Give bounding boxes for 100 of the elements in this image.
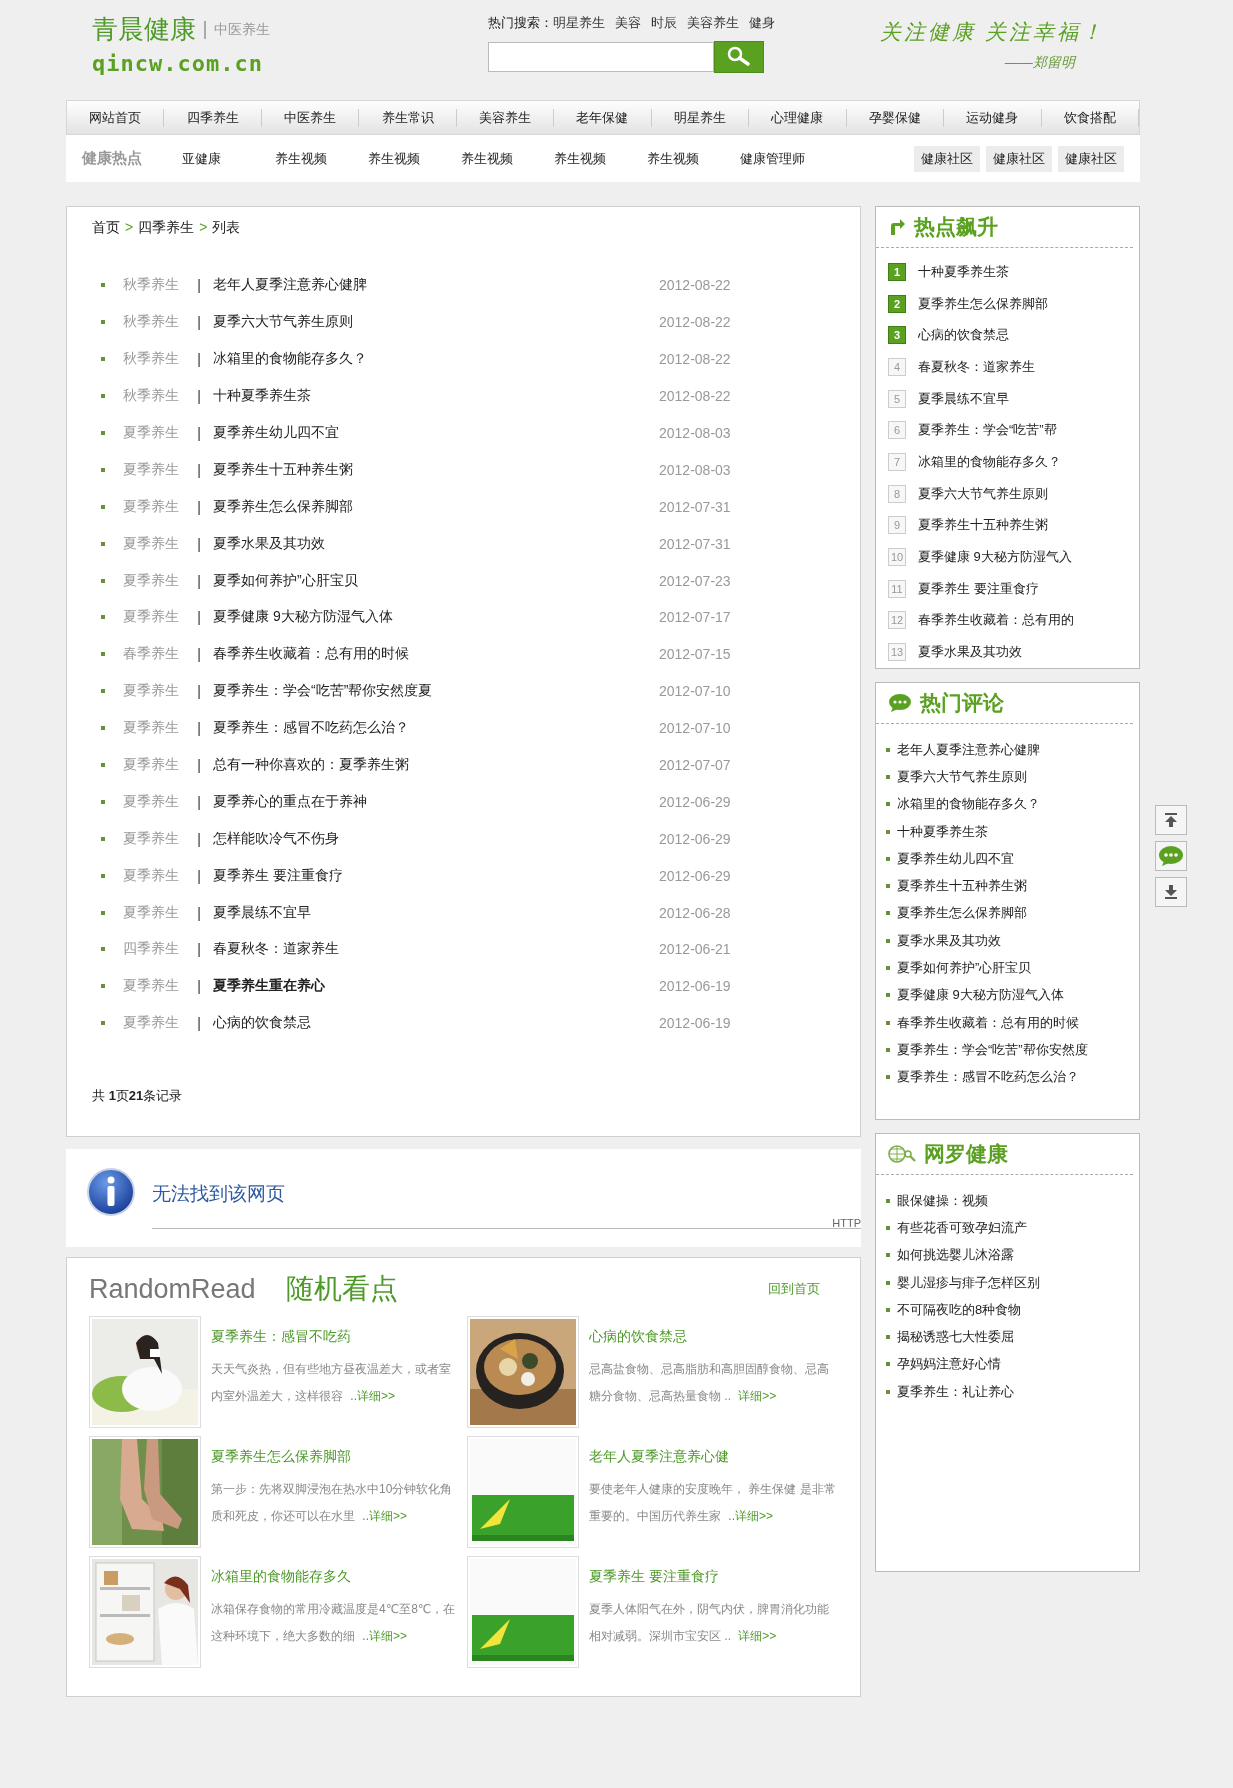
nav-link[interactable]: 美容养生 bbox=[456, 108, 555, 127]
topic-link[interactable]: 养生视频 bbox=[554, 149, 647, 168]
article-link[interactable]: 夏季养生十五种养生粥 bbox=[897, 877, 1027, 896]
article-date: 2012-07-31 bbox=[659, 498, 731, 515]
article-title[interactable]: 春季养生收藏着：总有用的时候 bbox=[213, 645, 653, 664]
article-title[interactable]: 总有一种你喜欢的：夏季养生粥 bbox=[213, 756, 653, 774]
nav-link[interactable]: 孕婴保健 bbox=[846, 108, 945, 127]
hot-search-link[interactable]: 明星养生 bbox=[553, 14, 605, 32]
article-title[interactable]: 夏季水果及其功效 bbox=[213, 534, 653, 553]
topic-link[interactable]: 养生视频 bbox=[368, 149, 461, 168]
hot-search-link[interactable]: 美容 bbox=[615, 14, 641, 32]
article-date: 2012-07-17 bbox=[659, 609, 731, 626]
article-link[interactable]: 十种夏季养生茶 bbox=[918, 262, 1009, 281]
article-link[interactable]: 夏季六大节气养生原则 bbox=[918, 484, 1048, 503]
nav-link[interactable]: 养生常识 bbox=[359, 108, 457, 127]
read-more-link[interactable]: 详细>> bbox=[738, 1629, 777, 1643]
article-link[interactable]: 夏季养生幼儿四不宜 bbox=[897, 849, 1014, 868]
topic-link[interactable]: 亚健康 bbox=[182, 149, 275, 168]
article-link[interactable]: 夏季养生：学会“吃苦”帮你安然度 bbox=[897, 1040, 1088, 1059]
article-link[interactable]: 春季养生收藏着：总有用的 bbox=[918, 611, 1074, 630]
article-title[interactable]: 夏季养生幼儿四不宜 bbox=[213, 424, 653, 442]
article-title[interactable]: 夏季六大节气养生原则 bbox=[213, 313, 653, 332]
article-title[interactable]: 冰箱里的食物能存多久 bbox=[211, 1568, 461, 1586]
article-link[interactable]: 心病的饮食禁忌 bbox=[918, 326, 1009, 345]
article-title[interactable]: 夏季健康 9大秘方防湿气入体 bbox=[213, 608, 653, 627]
topic-link[interactable]: 健康管理师 bbox=[740, 149, 833, 168]
article-link[interactable]: 如何挑选婴儿沐浴露 bbox=[897, 1246, 1014, 1265]
nav-link[interactable]: 饮食搭配 bbox=[1041, 108, 1139, 127]
read-more-link[interactable]: 详细>> bbox=[738, 1389, 777, 1403]
article-title[interactable]: 老年人夏季注意养心健脾 bbox=[213, 276, 653, 295]
hot-search-link[interactable]: 时辰 bbox=[651, 14, 677, 32]
article-title[interactable]: 冰箱里的食物能存多久？ bbox=[213, 350, 653, 369]
article-link[interactable]: 夏季养生怎么保养脚部 bbox=[897, 904, 1027, 923]
article-link[interactable]: 眼保健操：视频 bbox=[897, 1191, 988, 1210]
article-title[interactable]: 春夏秋冬：道家养生 bbox=[213, 940, 653, 959]
article-link[interactable]: 婴儿湿疹与痱子怎样区别 bbox=[897, 1273, 1040, 1292]
article-title[interactable]: 夏季养生重在养心 bbox=[213, 977, 653, 996]
nav-link[interactable]: 老年保健 bbox=[554, 108, 652, 127]
article-title[interactable]: 夏季养心的重点在于养神 bbox=[213, 792, 653, 811]
article-link[interactable]: 揭秘诱惑七大性委屈 bbox=[897, 1328, 1014, 1347]
read-more-link[interactable]: ..详细>> bbox=[362, 1629, 408, 1643]
article-link[interactable]: 夏季六大节气养生原则 bbox=[897, 767, 1027, 786]
community-link[interactable]: 健康社区 bbox=[986, 145, 1052, 172]
article-title[interactable]: 心病的饮食禁忌 bbox=[589, 1328, 839, 1346]
nav-link[interactable]: 网站首页 bbox=[67, 108, 165, 127]
read-more-link[interactable]: ..详细>> bbox=[350, 1389, 396, 1403]
community-link[interactable]: 健康社区 bbox=[914, 145, 980, 172]
article-link[interactable]: 夏季水果及其功效 bbox=[897, 931, 1001, 950]
article-link[interactable]: 孕妈妈注意好心情 bbox=[897, 1355, 1001, 1374]
article-link[interactable]: 夏季养生：礼让养心 bbox=[897, 1382, 1014, 1401]
article-link[interactable]: 夏季水果及其功效 bbox=[918, 643, 1022, 662]
article-title[interactable]: 夏季养生：感冒不吃药 bbox=[211, 1328, 461, 1346]
nav-link[interactable]: 中医养生 bbox=[261, 108, 360, 127]
article-title[interactable]: 夏季养生 要注重食疗 bbox=[589, 1568, 839, 1586]
article-title[interactable]: 夏季养生 要注重食疗 bbox=[213, 866, 653, 885]
topic-link[interactable]: 养生视频 bbox=[275, 149, 368, 168]
hot-search-link[interactable]: 美容养生 bbox=[687, 14, 739, 32]
topic-link[interactable]: 养生视频 bbox=[647, 149, 740, 168]
article-link[interactable]: 夏季健康 9大秘方防湿气入体 bbox=[897, 986, 1064, 1005]
article-link[interactable]: 不可隔夜吃的8种食物 bbox=[897, 1300, 1022, 1319]
article-link[interactable]: 夏季养生：学会“吃苦”帮 bbox=[918, 421, 1057, 440]
read-more-link[interactable]: ..详细>> bbox=[728, 1509, 774, 1523]
article-link[interactable]: 冰箱里的食物能存多久？ bbox=[918, 452, 1061, 471]
article-link[interactable]: 春夏秋冬：道家养生 bbox=[918, 357, 1035, 376]
topic-link[interactable]: 养生视频 bbox=[461, 149, 554, 168]
article-link[interactable]: 冰箱里的食物能存多久？ bbox=[897, 795, 1040, 814]
home-link[interactable]: 回到首页 bbox=[768, 1280, 820, 1298]
breadcrumb-link[interactable]: 首页 bbox=[92, 219, 120, 237]
rank-number: 6 bbox=[888, 421, 906, 440]
article-link[interactable]: 夏季健康 9大秘方防湿气入 bbox=[918, 548, 1072, 567]
article-title[interactable]: 夏季养生：学会“吃苦”帮你安然度夏 bbox=[213, 682, 653, 701]
article-link[interactable]: 有些花香可致孕妇流产 bbox=[897, 1218, 1027, 1237]
nav-link[interactable]: 运动健身 bbox=[944, 108, 1042, 127]
article-link[interactable]: 十种夏季养生茶 bbox=[897, 822, 988, 841]
article-link[interactable]: 春季养生收藏着：总有用的时候 bbox=[897, 1013, 1079, 1032]
article-title[interactable]: 夏季养生十五种养生粥 bbox=[213, 460, 653, 479]
read-more-link[interactable]: ..详细>> bbox=[362, 1509, 408, 1523]
article-link[interactable]: 夏季养生 要注重食疗 bbox=[918, 579, 1039, 598]
article-title[interactable]: 夏季养生怎么保养脚部 bbox=[211, 1448, 461, 1466]
nav-link[interactable]: 明星养生 bbox=[651, 108, 750, 127]
breadcrumb-link[interactable]: 列表 bbox=[212, 219, 241, 237]
article-title[interactable]: 老年人夏季注意养心健 bbox=[589, 1448, 839, 1466]
nav-link[interactable]: 四季养生 bbox=[164, 108, 262, 127]
article-title[interactable]: 夏季晨练不宜早 bbox=[213, 903, 653, 922]
breadcrumb-link[interactable]: 四季养生 bbox=[138, 219, 195, 237]
article-link[interactable]: 夏季养生：感冒不吃药怎么治？ bbox=[897, 1068, 1079, 1087]
article-link[interactable]: 老年人夏季注意养心健脾 bbox=[897, 740, 1040, 759]
article-link[interactable]: 夏季养生怎么保养脚部 bbox=[918, 294, 1048, 313]
community-link[interactable]: 健康社区 bbox=[1058, 145, 1124, 172]
article-title[interactable]: 夏季如何养护”心肝宝贝 bbox=[213, 571, 653, 590]
article-title[interactable]: 夏季养生：感冒不吃药怎么治？ bbox=[213, 719, 653, 738]
nav-link[interactable]: 心理健康 bbox=[749, 108, 847, 127]
article-link[interactable]: 夏季晨练不宜早 bbox=[918, 389, 1009, 408]
article-link[interactable]: 夏季如何养护”心肝宝贝 bbox=[897, 959, 1032, 977]
article-title[interactable]: 夏季养生怎么保养脚部 bbox=[213, 497, 653, 516]
article-title[interactable]: 十种夏季养生茶 bbox=[213, 387, 653, 406]
article-link[interactable]: 夏季养生十五种养生粥 bbox=[918, 516, 1048, 535]
article-title[interactable]: 心病的饮食禁忌 bbox=[213, 1014, 653, 1033]
article-title[interactable]: 怎样能吹冷气不伤身 bbox=[213, 829, 653, 848]
hot-search-link[interactable]: 健身 bbox=[749, 14, 775, 32]
